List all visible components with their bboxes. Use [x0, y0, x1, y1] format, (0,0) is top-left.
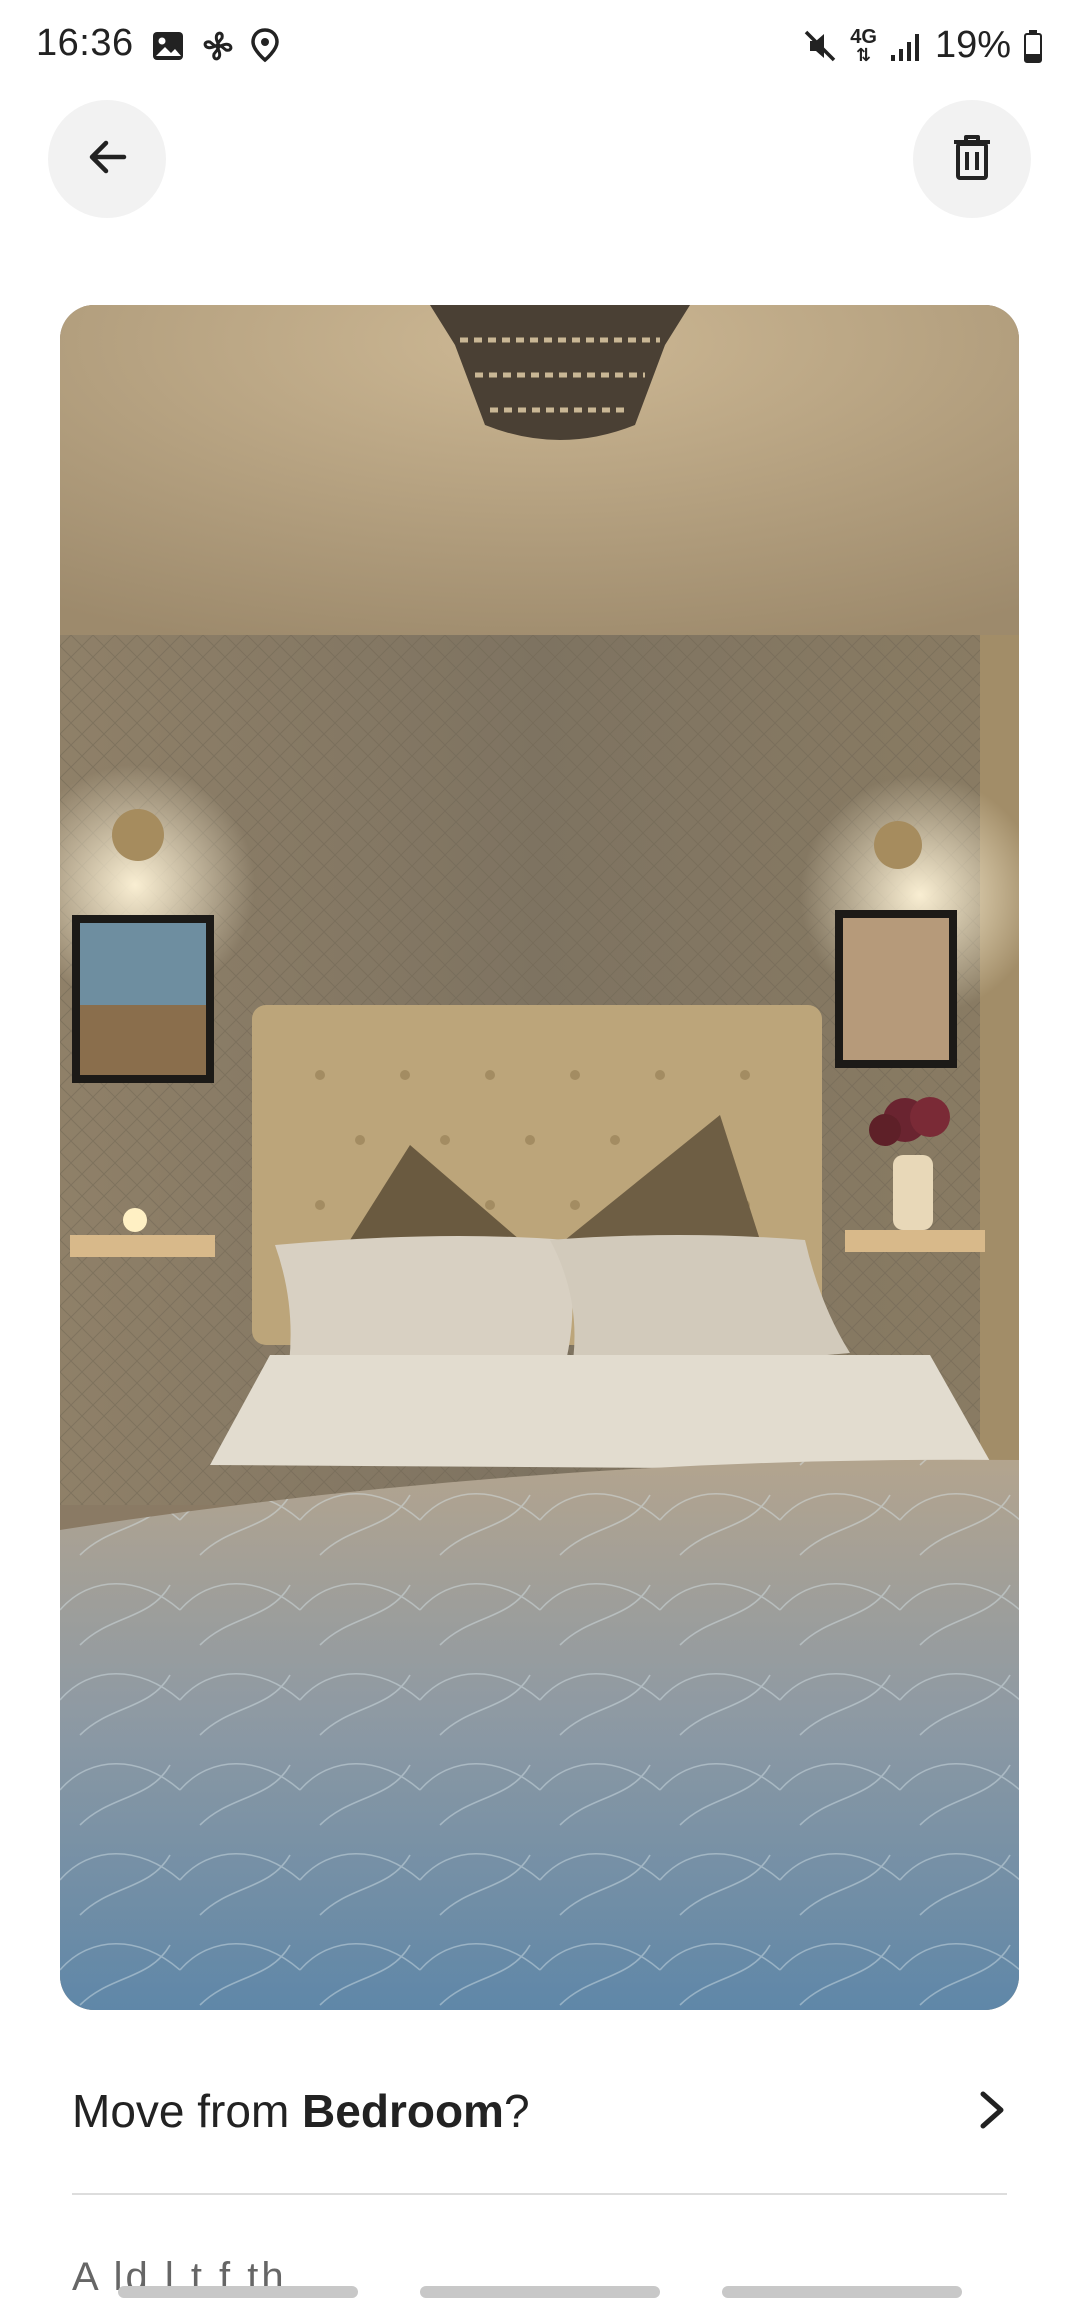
chevron-right-icon: [977, 2088, 1007, 2137]
fan-icon: [200, 28, 236, 64]
status-left-icons: [150, 28, 280, 64]
battery-percent: 19%: [934, 24, 1011, 66]
move-from-text: Move from Bedroom?: [72, 2084, 530, 2138]
back-button[interactable]: [48, 100, 166, 218]
status-right: 4G ⇅ 19%: [802, 24, 1043, 67]
image-icon: [150, 28, 186, 64]
arrow-left-icon: [82, 132, 132, 187]
signal-icon: [889, 29, 923, 63]
bedroom-photo: [60, 305, 1019, 2010]
divider: [72, 2193, 1007, 2195]
network-type: 4G ⇅: [850, 25, 877, 65]
mute-icon: [802, 28, 838, 64]
nav-pill-center: [420, 2286, 660, 2298]
nav-pill-right: [722, 2286, 962, 2298]
battery-icon: [1023, 29, 1043, 63]
delete-button[interactable]: [913, 100, 1031, 218]
status-bar: 16:36 4G ⇅ 19%: [0, 0, 1079, 96]
trash-icon: [949, 132, 995, 187]
location-icon: [250, 28, 280, 64]
move-suffix: ?: [503, 2085, 530, 2137]
nav-pill-left: [118, 2286, 358, 2298]
move-prefix: Move from: [72, 2085, 303, 2137]
move-from-room-row[interactable]: Move from Bedroom?: [72, 2070, 1007, 2160]
room-name: Bedroom: [302, 2085, 504, 2137]
status-time: 16:36: [36, 22, 134, 64]
